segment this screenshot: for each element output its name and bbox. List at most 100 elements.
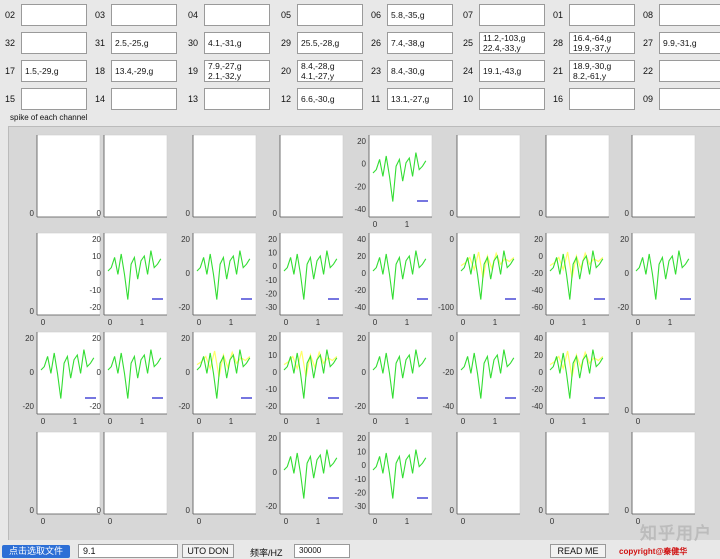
channel-value-field[interactable] (204, 88, 270, 110)
channel-value-field[interactable]: 5.8,-35,g (387, 4, 453, 26)
channel-cell: 24 19.1,-43,g (458, 60, 548, 82)
channel-cell: 01 (548, 4, 638, 26)
y-tick-label: 0 (30, 506, 35, 515)
channel-value-field[interactable]: 1.5,-29,g (21, 60, 87, 82)
x-tick-label: 1 (140, 318, 145, 327)
channel-value-field[interactable]: 18.9,-30,g 8.2,-61,y (569, 60, 635, 82)
channel-value-field[interactable] (659, 4, 720, 26)
y-tick-label: 20 (268, 434, 277, 443)
y-tick-label: -40 (442, 402, 454, 411)
channel-value-field[interactable]: 4.1,-31,g (204, 32, 270, 54)
spike-plot: 00 (539, 431, 610, 526)
y-tick-label: 20 (357, 434, 366, 443)
channel-value-field[interactable] (297, 4, 363, 26)
channel-value-field[interactable] (111, 4, 177, 26)
channel-value-field[interactable]: 19.1,-43,g (479, 60, 545, 82)
channel-value-field[interactable] (659, 88, 720, 110)
channel-value-field[interactable]: 2.5,-25,g (111, 32, 177, 54)
plot-area (456, 431, 521, 515)
readme-button[interactable]: READ ME (550, 544, 606, 558)
channel-value-field[interactable] (569, 4, 635, 26)
channel-cell: 08 (638, 4, 720, 26)
y-tick-label: 0 (539, 209, 544, 218)
plot-area (545, 232, 610, 316)
channel-number: 24 (463, 66, 474, 76)
channel-value-field[interactable]: 13.4,-29,g (111, 60, 177, 82)
y-tick-label: -20 (531, 385, 543, 394)
channel-cell: 25 11.2,-103,g 22.4,-33,y (458, 32, 548, 54)
threshold-input[interactable]: 9.1 (78, 544, 178, 558)
plot-area (192, 331, 257, 415)
y-tick-label: -40 (354, 205, 366, 214)
y-tick-label: -100 (438, 303, 455, 312)
plot-area (545, 134, 610, 218)
y-tick-label: -20 (617, 303, 629, 312)
plot-area (36, 134, 101, 218)
spike-section-label: spike of each channel (10, 113, 88, 122)
channel-number: 26 (371, 38, 382, 48)
channel-cell: 03 (90, 4, 180, 26)
plot-area (456, 232, 521, 316)
channel-value-field[interactable]: 7.9,-27,g 2.1,-32,y (204, 60, 270, 82)
spike-plot: 0 -20 -40 0 1 (442, 331, 521, 426)
channel-value-field[interactable]: 6.6,-30,g (297, 88, 363, 110)
channel-value-field[interactable]: 25.5,-28,g (297, 32, 363, 54)
channel-value-field[interactable]: 13.1,-27,g (387, 88, 453, 110)
y-tick-label: 0 (362, 461, 367, 470)
x-tick-label: 0 (197, 517, 202, 526)
frequency-input[interactable]: 30000 (294, 544, 350, 558)
channel-value-field[interactable]: 9.9,-31,g (659, 32, 720, 54)
x-tick-label: 1 (229, 318, 234, 327)
channel-value-field[interactable] (21, 88, 87, 110)
x-tick-label: 0 (41, 417, 46, 426)
y-tick-label: 20 (25, 334, 34, 343)
y-tick-label: -20 (89, 303, 101, 312)
y-tick-label: 0 (30, 368, 35, 377)
channel-value-field[interactable] (21, 4, 87, 26)
channel-number: 01 (553, 10, 564, 20)
spike-plot: 20 10 0 -10 -20 0 1 (89, 232, 168, 327)
channel-value-field[interactable] (479, 4, 545, 26)
channel-value-field[interactable]: 7.4,-38,g (387, 32, 453, 54)
channel-number: 27 (643, 38, 654, 48)
auto-done-button[interactable]: UTO DON (182, 544, 234, 558)
channel-number: 18 (95, 66, 106, 76)
spike-plot: 00 (186, 431, 257, 526)
y-tick-label: -20 (22, 402, 34, 411)
channel-value-field[interactable]: 11.2,-103,g 22.4,-33,y (479, 32, 545, 54)
plot-area (368, 232, 433, 316)
y-tick-label: 0 (362, 269, 367, 278)
channel-number: 13 (188, 94, 199, 104)
y-tick-label: 10 (268, 249, 277, 258)
channel-value-field[interactable] (659, 60, 720, 82)
channel-value-field[interactable]: 16.4,-64,g 19.9,-37,y (569, 32, 635, 54)
open-file-button[interactable]: 点击选取文件 (2, 545, 70, 558)
channel-value-field[interactable] (204, 4, 270, 26)
y-tick-label: 20 (268, 235, 277, 244)
y-tick-label: -20 (178, 402, 190, 411)
channel-number: 08 (643, 10, 654, 20)
y-tick-label: 10 (357, 448, 366, 457)
channel-grid: 02 03 04 05 06 5.8,-35,g 07 01 08 32 31 2.5,-25,g 30… (0, 0, 720, 112)
channel-number: 23 (371, 66, 382, 76)
y-tick-label: 0 (539, 506, 544, 515)
channel-value-field[interactable]: 8.4,-28,g 4.1,-27,y (297, 60, 363, 82)
channel-number: 17 (5, 66, 16, 76)
y-tick-label: 0 (539, 252, 544, 261)
spike-plot: 00 (30, 232, 101, 327)
x-tick-label: 1 (73, 417, 78, 426)
channel-cell: 32 (0, 32, 90, 54)
x-tick-label: 0 (373, 220, 378, 229)
x-tick-label: 1 (405, 220, 410, 229)
channel-cell: 23 8.4,-30,g (366, 60, 456, 82)
y-tick-label: 0 (30, 307, 35, 316)
channel-value-field[interactable] (21, 32, 87, 54)
y-tick-label: -40 (354, 303, 366, 312)
x-tick-label: 0 (373, 517, 378, 526)
channel-value-field[interactable] (111, 88, 177, 110)
channel-value-field[interactable]: 8.4,-30,g (387, 60, 453, 82)
x-tick-label: 0 (461, 318, 466, 327)
channel-value-field[interactable] (569, 88, 635, 110)
spike-plot: 40 20 0 -20 -40 0 1 (531, 331, 610, 426)
channel-value-field[interactable] (479, 88, 545, 110)
